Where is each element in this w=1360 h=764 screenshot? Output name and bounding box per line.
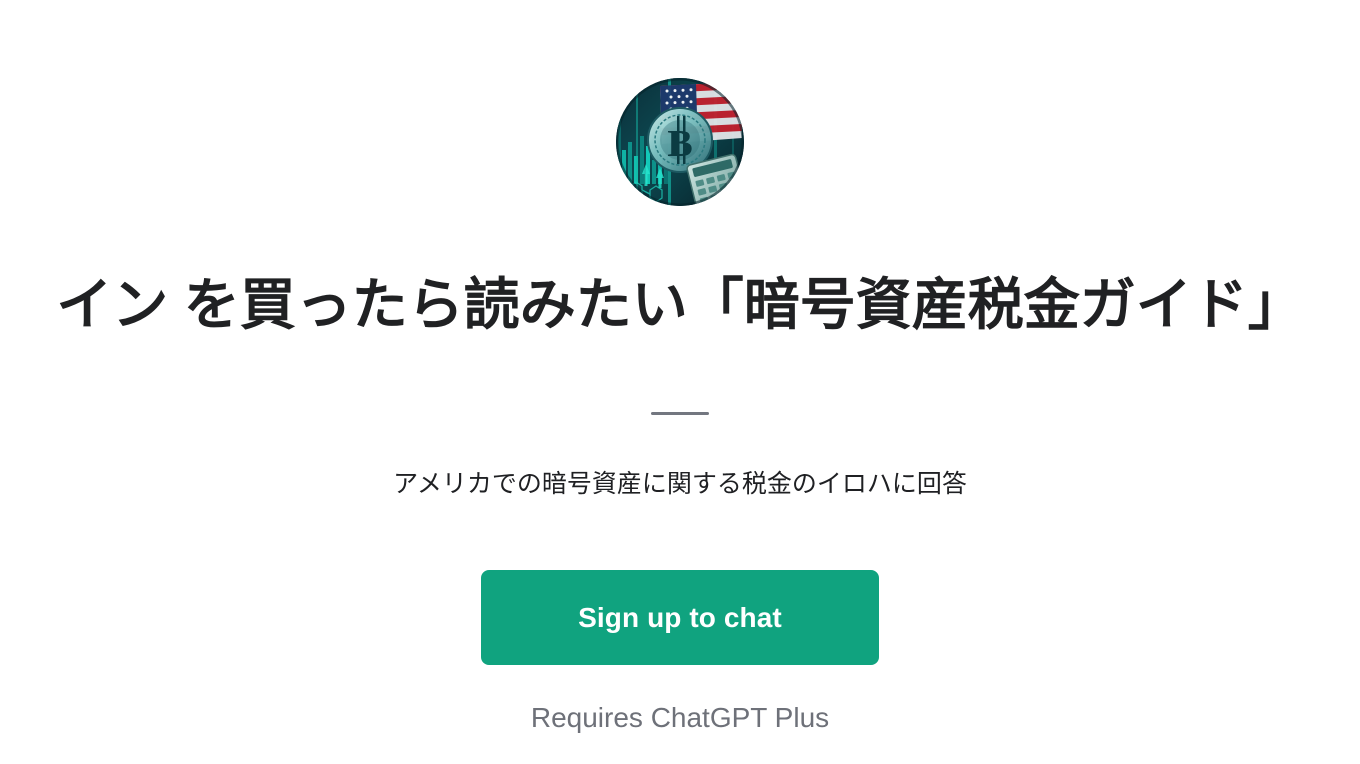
- page-subtitle: アメリカでの暗号資産に関する税金のイロハに回答: [393, 470, 967, 499]
- sign-up-to-chat-button[interactable]: Sign up to chat: [481, 570, 879, 666]
- requires-plus-note: Requires ChatGPT Plus: [530, 702, 830, 734]
- svg-text:B: B: [667, 123, 692, 165]
- crypto-tax-usa-avatar-icon: B: [616, 78, 744, 206]
- title-divider: [651, 412, 709, 416]
- page-title: イン を買ったら読みたい「暗号資産税金ガイド」: [56, 272, 1304, 336]
- gpt-avatar: B: [616, 78, 744, 206]
- page-title-row: イン を買ったら読みたい「暗号資産税金ガイド」: [0, 234, 1360, 375]
- gpt-landing-page: B イン を買ったら読みたい「暗号資産税金ガイド」 アメリカでの暗号資産に関する…: [0, 0, 1360, 764]
